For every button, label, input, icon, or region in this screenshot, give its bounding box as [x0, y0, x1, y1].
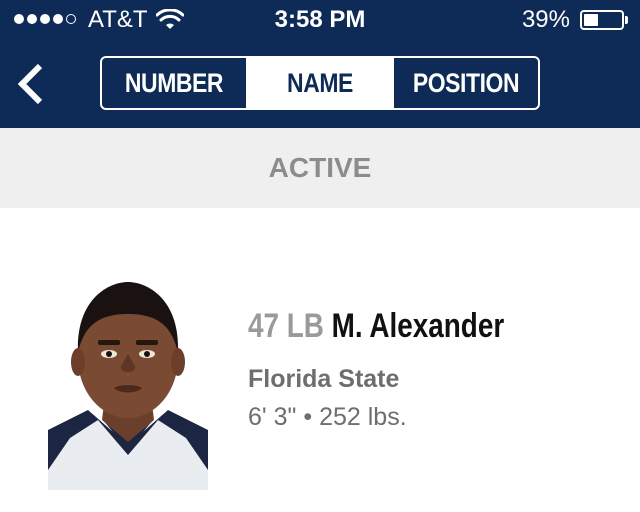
battery-percentage: 39% [521, 6, 570, 33]
segment-number[interactable]: NUMBER [102, 58, 246, 108]
status-bar: AT&T 3:58 PM 39% [0, 0, 640, 40]
segment-label: NAME [287, 67, 353, 98]
player-list-item[interactable]: 47 LB M. Alexander Florida State 6' 3" •… [0, 208, 640, 512]
section-header: ACTIVE [0, 128, 640, 208]
player-measurements: 6' 3" • 252 lbs. [248, 402, 407, 432]
sort-segmented-control: NUMBER NAME POSITION [100, 56, 540, 110]
player-height: 6' 3" [248, 403, 297, 431]
chevron-left-icon [17, 63, 43, 105]
player-title: 47 LB M. Alexander [248, 306, 504, 346]
player-weight: 252 lbs. [319, 403, 407, 431]
segment-label: POSITION [412, 67, 520, 98]
battery-icon [580, 10, 624, 30]
separator-dot: • [303, 403, 313, 431]
segment-label: NUMBER [124, 67, 224, 98]
segment-position[interactable]: POSITION [392, 58, 538, 108]
player-number-position: 47 LB [248, 307, 324, 345]
back-button[interactable] [12, 60, 52, 108]
app-header: AT&T 3:58 PM 39% NUMBER NAME POSITION [0, 0, 640, 128]
player-college: Florida State [248, 365, 400, 393]
section-title: ACTIVE [268, 152, 372, 183]
player-name: M. Alexander [331, 307, 505, 345]
player-photo [48, 270, 208, 490]
segment-name[interactable]: NAME [246, 58, 392, 108]
battery-tip [625, 16, 628, 24]
battery-level [584, 14, 598, 26]
